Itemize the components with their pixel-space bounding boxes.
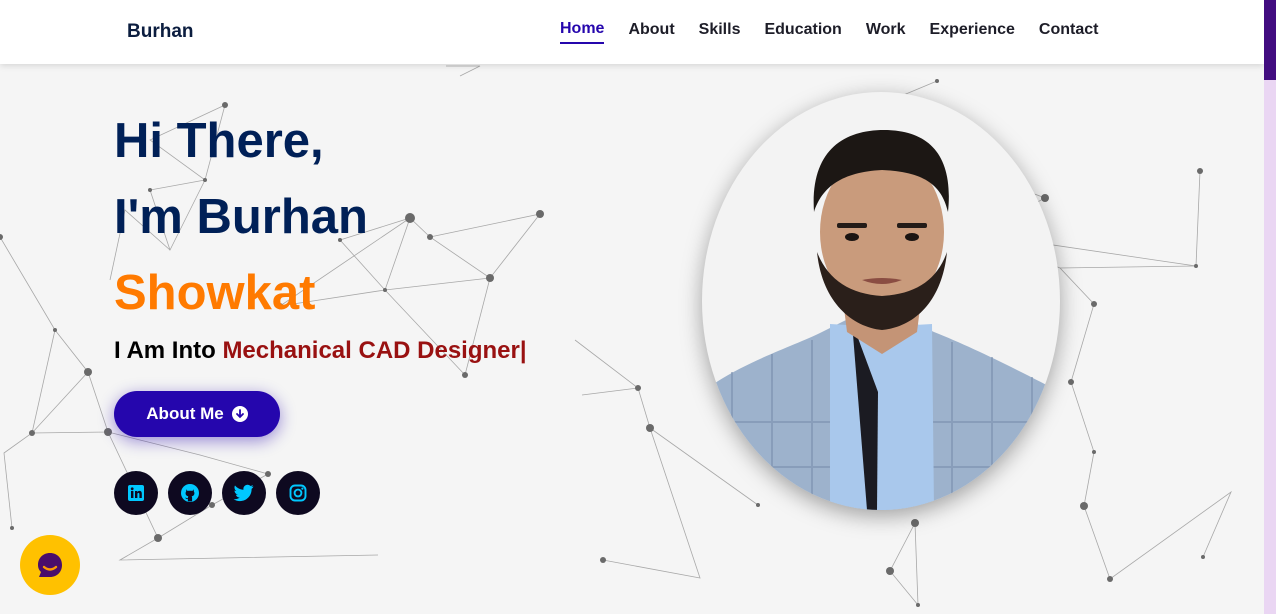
hero-surname: Showkat bbox=[114, 265, 316, 320]
about-me-button[interactable]: About Me bbox=[114, 391, 280, 437]
nav-skills[interactable]: Skills bbox=[699, 21, 741, 43]
profile-photo bbox=[702, 92, 1060, 510]
about-me-label: About Me bbox=[146, 404, 224, 423]
nav-about[interactable]: About bbox=[628, 21, 674, 43]
arrow-down-circle-icon bbox=[231, 406, 248, 422]
nav-experience[interactable]: Experience bbox=[930, 21, 1015, 43]
main-nav: Home About Skills Education Work Experie… bbox=[548, 0, 1110, 64]
instagram-link[interactable] bbox=[276, 471, 320, 515]
github-icon bbox=[181, 484, 199, 502]
nav-education[interactable]: Education bbox=[764, 21, 841, 43]
profile-portrait-illustration bbox=[702, 130, 1060, 510]
brand-logo[interactable]: Burhan bbox=[127, 21, 194, 43]
twitter-link[interactable] bbox=[222, 471, 266, 515]
hero-heading: Hi There, I'm Burhan Showkat bbox=[114, 104, 368, 332]
linkedin-icon bbox=[128, 485, 144, 501]
nav-work[interactable]: Work bbox=[866, 21, 906, 43]
twitter-icon bbox=[233, 484, 254, 502]
social-links bbox=[114, 471, 320, 515]
nav-contact[interactable]: Contact bbox=[1039, 21, 1099, 43]
top-navbar: Burhan Home About Skills Education Work … bbox=[0, 0, 1264, 64]
nav-home[interactable]: Home bbox=[560, 20, 605, 44]
scrollbar-thumb[interactable] bbox=[1264, 0, 1276, 80]
linkedin-link[interactable] bbox=[114, 471, 158, 515]
typed-role-line: I Am Into Mechanical CAD Designer| bbox=[114, 337, 527, 365]
hero-intro: I'm Burhan bbox=[114, 189, 368, 244]
hero-greeting: Hi There, bbox=[114, 114, 324, 168]
typed-prefix: I Am Into bbox=[114, 337, 216, 364]
chat-widget-button[interactable] bbox=[20, 535, 80, 595]
typing-cursor: | bbox=[519, 337, 527, 364]
scrollbar-track[interactable] bbox=[1264, 0, 1276, 614]
typed-role: Mechanical CAD Designer bbox=[222, 337, 520, 364]
chat-smile-icon bbox=[38, 553, 62, 577]
github-link[interactable] bbox=[168, 471, 212, 515]
instagram-icon bbox=[289, 484, 307, 502]
